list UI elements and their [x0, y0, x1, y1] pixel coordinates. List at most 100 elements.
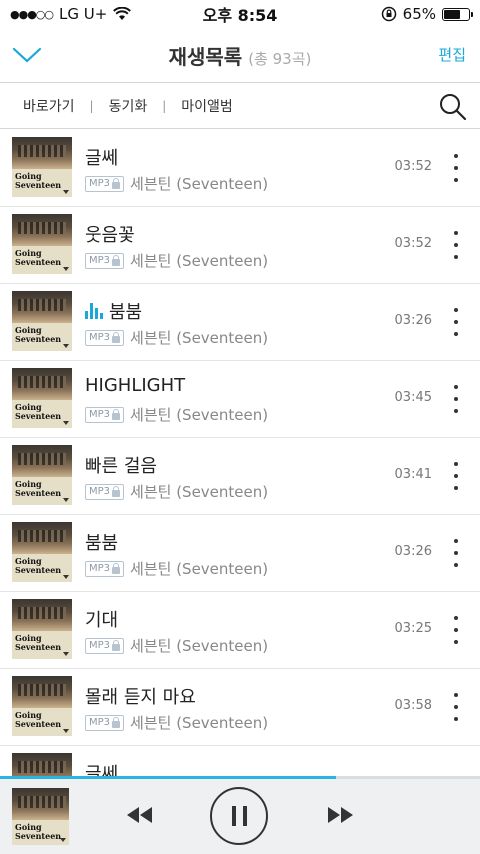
progress-bar[interactable]: [0, 776, 480, 779]
song-row[interactable]: Going Seventeen 빠른 걸음 MP3 세븐틴 (Seventeen…: [0, 438, 480, 515]
more-vertical-icon[interactable]: [452, 539, 460, 567]
subnav-my-album[interactable]: 마이앨범: [181, 96, 233, 116]
mp3-badge: MP3: [85, 637, 125, 654]
lock-icon: [112, 562, 121, 574]
cover-mark: [63, 652, 69, 656]
rotation-lock-icon: [381, 6, 396, 22]
cover-title: Going Seventeen: [15, 633, 62, 652]
badge-label: MP3: [89, 255, 111, 266]
mp3-badge: MP3: [85, 560, 125, 577]
more-vertical-icon[interactable]: [452, 616, 460, 644]
subnav-sync[interactable]: 동기화: [109, 96, 148, 116]
badge-label: MP3: [89, 563, 111, 574]
song-row[interactable]: Going Seventeen HIGHLIGHT MP3 세븐틴 (Seven…: [0, 361, 480, 438]
header: 재생목록 (총 93곡) 편집: [0, 28, 480, 83]
lock-icon: [112, 408, 121, 420]
album-cover: Going Seventeen: [12, 368, 72, 428]
song-artist: 세븐틴 (Seventeen): [130, 406, 269, 424]
status-bar: ●●●○○ LG U+ 오후 8:54 65%: [0, 0, 480, 28]
song-row[interactable]: Going Seventeen 기대 MP3 세븐틴 (Seventeen) 0…: [0, 592, 480, 669]
song-title-group: 몰래 듣지 마요: [85, 683, 196, 709]
cover-title: Going Seventeen: [15, 479, 62, 498]
song-artist: 세븐틴 (Seventeen): [130, 175, 269, 193]
page-title-group: 재생목록 (총 93곡): [169, 41, 312, 70]
song-row[interactable]: Going Seventeen 웃음꽃 MP3 세븐틴 (Seventeen) …: [0, 207, 480, 284]
song-row[interactable]: Going Seventeen 글쎄 MP3 세븐틴 (Seventeen): [0, 746, 480, 777]
song-meta: MP3 세븐틴 (Seventeen): [85, 481, 268, 502]
album-cover: Going Seventeen: [12, 676, 72, 736]
mp3-badge: MP3: [85, 329, 125, 346]
album-cover: Going Seventeen: [12, 137, 72, 197]
more-vertical-icon[interactable]: [452, 385, 460, 413]
badge-label: MP3: [89, 486, 111, 497]
cover-mark: [63, 267, 69, 271]
battery-fill: [444, 9, 460, 19]
badge-label: MP3: [89, 409, 111, 420]
cover-title: Going Seventeen: [15, 248, 62, 267]
song-meta: MP3 세븐틴 (Seventeen): [85, 558, 268, 579]
cover-mark: [63, 729, 69, 733]
song-duration: 03:52: [394, 236, 432, 251]
cover-photo: [12, 291, 72, 323]
song-title-group: 빠른 걸음: [85, 452, 157, 478]
pause-button[interactable]: [210, 787, 268, 845]
song-duration: 03:26: [394, 544, 432, 559]
subnav-separator: |: [89, 99, 94, 113]
more-vertical-icon[interactable]: [452, 231, 460, 259]
song-duration: 03:58: [394, 698, 432, 713]
cover-mark: [63, 344, 69, 348]
cover-mark: [63, 421, 69, 425]
song-row[interactable]: Going Seventeen 몰래 듣지 마요 MP3 세븐틴 (Sevent…: [0, 669, 480, 746]
signal-icon: ●●●○○: [10, 7, 54, 21]
song-meta: MP3 세븐틴 (Seventeen): [85, 635, 268, 656]
more-vertical-icon[interactable]: [452, 462, 460, 490]
song-meta: MP3 세븐틴 (Seventeen): [85, 250, 268, 271]
more-vertical-icon[interactable]: [452, 693, 460, 721]
subnav-shortcut[interactable]: 바로가기: [23, 96, 75, 116]
song-meta: MP3 세븐틴 (Seventeen): [85, 327, 268, 348]
lock-icon: [112, 177, 121, 189]
lock-icon: [112, 485, 121, 497]
cover-photo: [12, 445, 72, 477]
song-artist: 세븐틴 (Seventeen): [130, 637, 269, 655]
song-duration: 03:52: [394, 159, 432, 174]
song-title-group: 웃음꽃: [85, 221, 135, 247]
chevron-down-icon: [12, 47, 42, 63]
collapse-button[interactable]: [10, 40, 44, 70]
song-duration: 03:25: [394, 621, 432, 636]
fast-forward-icon[interactable]: [326, 805, 356, 825]
song-title: HIGHLIGHT: [85, 375, 186, 396]
cover-title: Going Seventeen: [15, 325, 62, 344]
cover-photo: [12, 368, 72, 400]
mini-player: Going Seventeen: [0, 776, 480, 854]
edit-button[interactable]: 편집: [438, 44, 466, 65]
song-title: 몰래 듣지 마요: [85, 687, 196, 708]
more-vertical-icon[interactable]: [452, 154, 460, 182]
album-cover: Going Seventeen: [12, 291, 72, 351]
song-meta: MP3 세븐틴 (Seventeen): [85, 404, 268, 425]
song-duration: 03:41: [394, 467, 432, 482]
rewind-icon[interactable]: [124, 805, 154, 825]
cover-photo: [12, 676, 72, 708]
cover-title: Going Seventeen: [15, 402, 62, 421]
lock-icon: [112, 254, 121, 266]
song-duration: 03:45: [394, 390, 432, 405]
carrier-label: LG U+: [59, 5, 108, 23]
song-title-group: 붐붐: [85, 298, 142, 324]
subnav-separator: |: [162, 99, 167, 113]
page-title: 재생목록: [168, 44, 243, 69]
more-vertical-icon[interactable]: [452, 308, 460, 336]
cover-mark: [63, 190, 69, 194]
mp3-badge: MP3: [85, 483, 125, 500]
song-artist: 세븐틴 (Seventeen): [130, 329, 269, 347]
song-list: Going Seventeen 글쎄 MP3 세븐틴 (Seventeen) 0…: [0, 130, 480, 777]
song-title: 빠른 걸음: [85, 456, 157, 477]
search-icon[interactable]: [438, 92, 468, 122]
status-right: 65%: [381, 5, 473, 23]
song-row[interactable]: Going Seventeen 붐붐 MP3 세븐틴 (Seventeen) 0…: [0, 284, 480, 361]
cover-mark: [60, 838, 66, 842]
song-row[interactable]: Going Seventeen 글쎄 MP3 세븐틴 (Seventeen) 0…: [0, 130, 480, 207]
now-playing-cover[interactable]: Going Seventeen: [12, 788, 69, 845]
song-row[interactable]: Going Seventeen 붐붐 MP3 세븐틴 (Seventeen) 0…: [0, 515, 480, 592]
song-meta: MP3 세븐틴 (Seventeen): [85, 712, 268, 733]
